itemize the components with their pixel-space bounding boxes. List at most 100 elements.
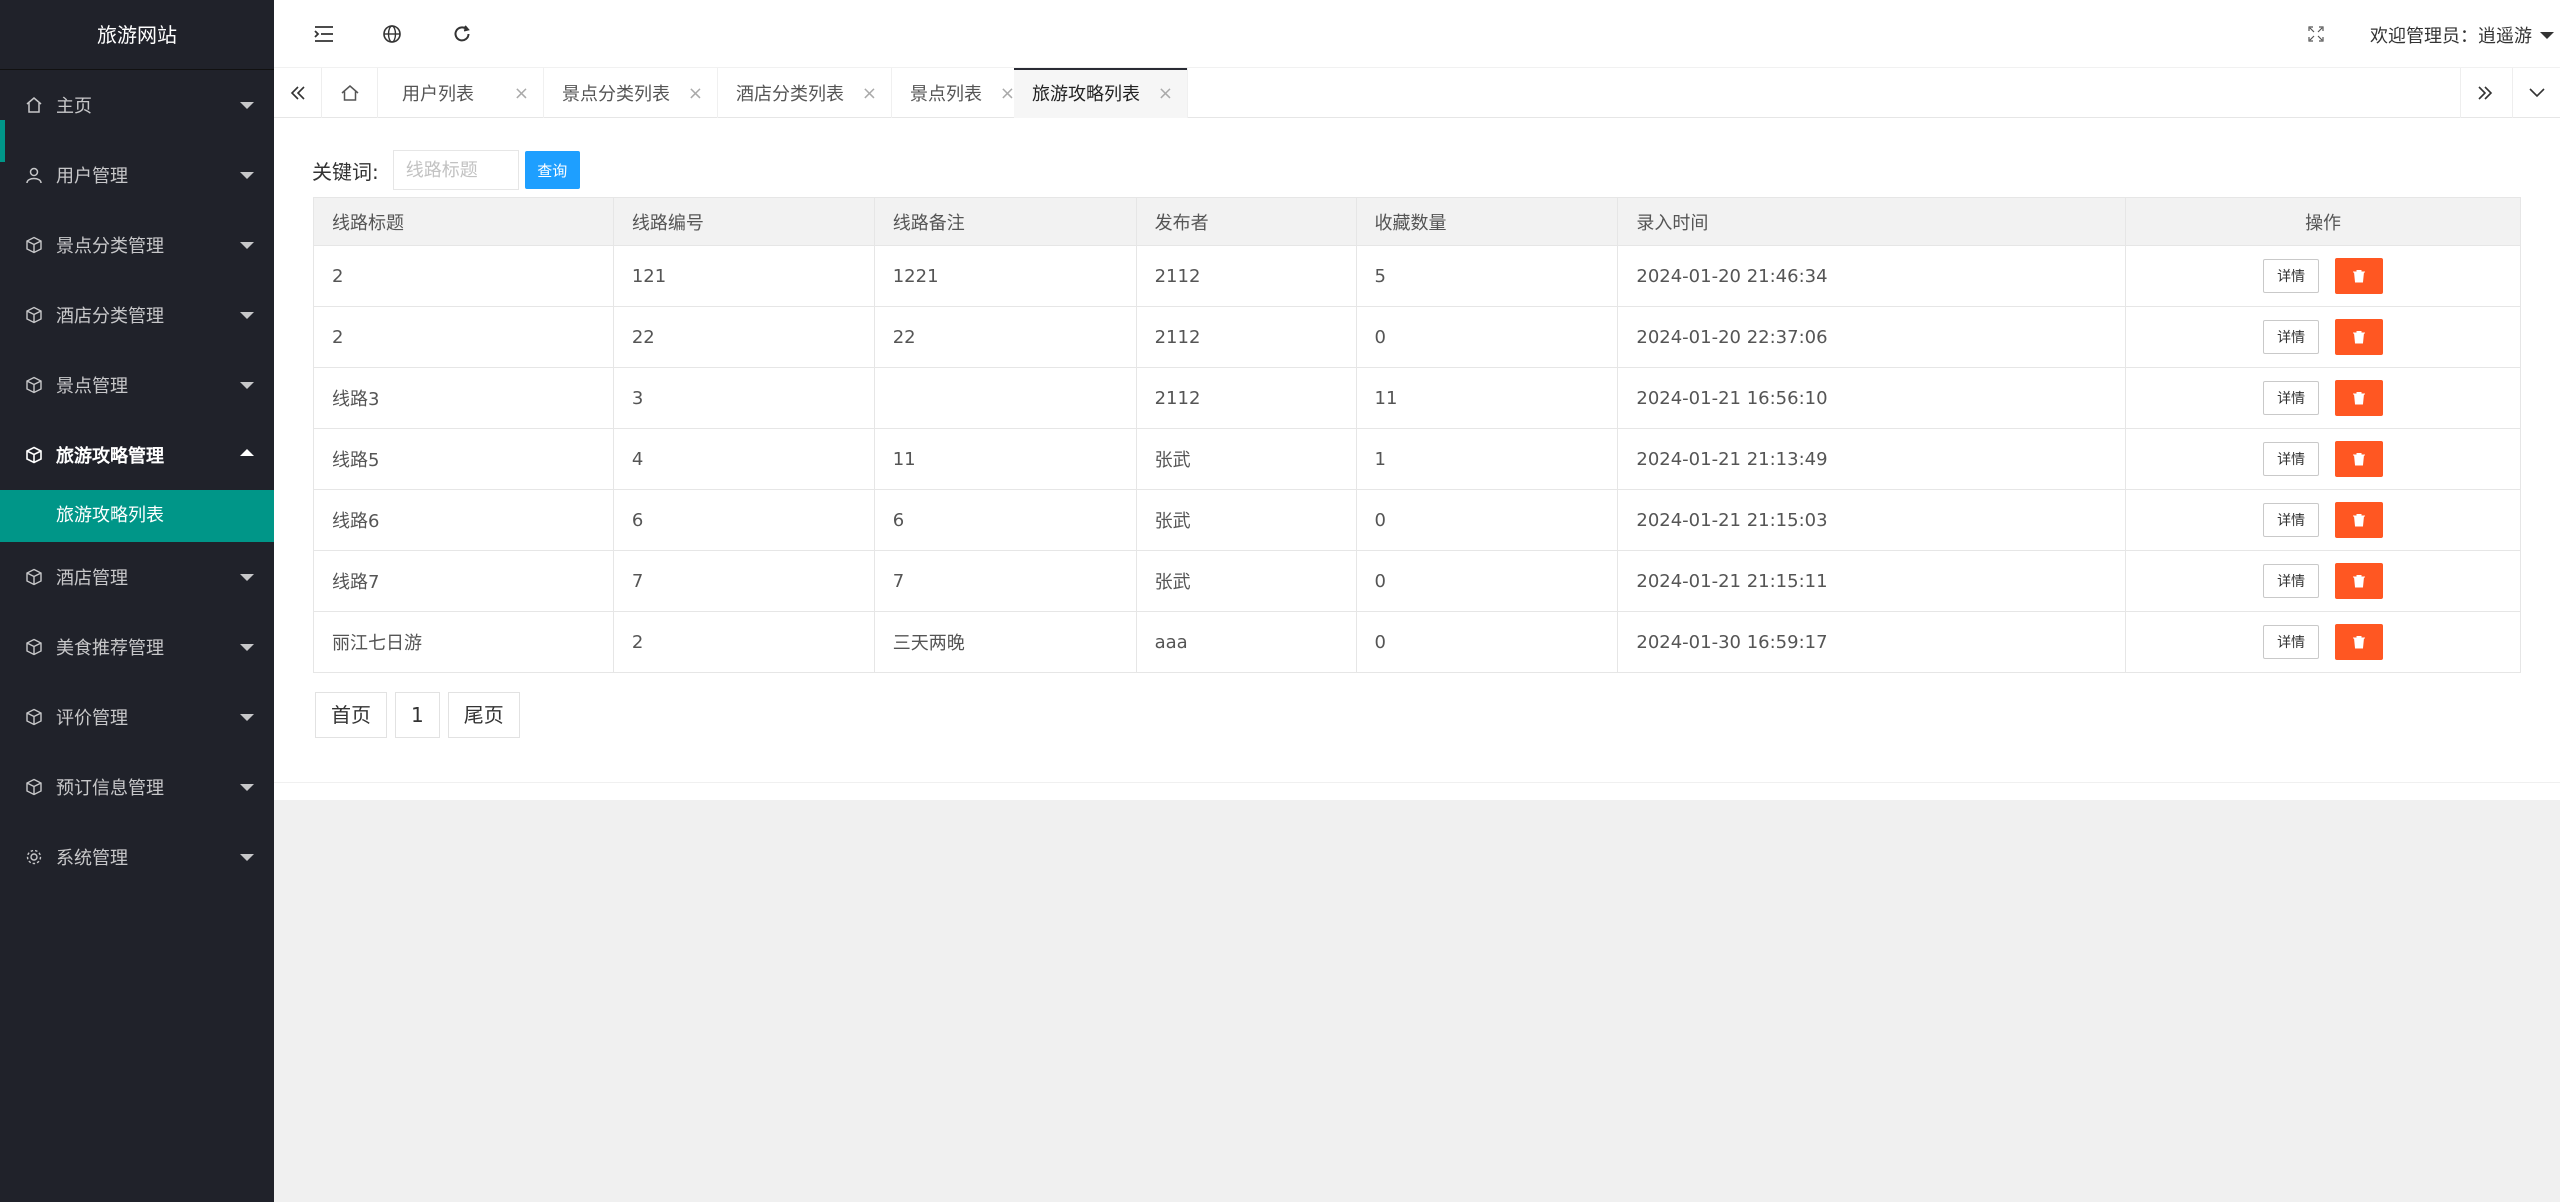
travel-guide-table: 线路标题 线路编号 线路备注 发布者 收藏数量 录入时间 操作 2 121 12… [313,197,2521,673]
detail-button[interactable]: 详情 [2263,503,2320,537]
detail-button[interactable]: 详情 [2263,442,2320,476]
trash-icon [2353,453,2366,466]
tab-scroll-left-button[interactable] [274,68,322,118]
chevron-down-icon [240,854,254,861]
tab-scenic-category-list[interactable]: 景点分类列表 × [544,68,718,118]
tab-label: 用户列表 [402,84,474,105]
cell-title: 2 [313,245,614,307]
cell-favorites: 0 [1355,550,1619,612]
sidebar-subitem-travel-guide-list[interactable]: 旅游攻略列表 [0,490,274,542]
sidebar-item-system[interactable]: 系统管理 [0,822,274,892]
delete-button[interactable] [2335,624,2384,660]
search-bar: 关键词: 查询 [312,150,580,190]
search-input[interactable] [392,150,519,190]
double-chevron-left-icon [290,86,305,100]
cell-favorites: 0 [1355,611,1619,673]
double-chevron-right-icon [2477,86,2492,100]
detail-button[interactable]: 详情 [2263,625,2320,659]
trash-icon [2353,270,2366,283]
tab-travel-guide-list[interactable]: 旅游攻略列表 × [1014,68,1188,118]
column-header: 线路备注 [873,197,1137,246]
cell-created-time: 2024-01-30 16:59:17 [1617,611,2127,673]
chevron-up-icon [240,449,254,456]
cell-code: 121 [612,245,875,307]
tab-menu-dropdown-button[interactable] [2512,68,2560,118]
sidebar-item-hotel-category[interactable]: 酒店分类管理 [0,280,274,350]
menu-fold-icon[interactable] [312,22,336,46]
gear-icon [24,847,44,867]
globe-icon[interactable] [380,22,404,46]
sidebar-item-food[interactable]: 美食推荐管理 [0,612,274,682]
detail-button[interactable]: 详情 [2263,564,2320,598]
cell-remark: 三天两晚 [873,611,1137,673]
cell-code: 4 [612,428,875,490]
column-header: 发布者 [1135,197,1357,246]
detail-button[interactable]: 详情 [2263,259,2320,293]
delete-button[interactable] [2335,441,2384,477]
close-icon[interactable]: × [1158,83,1173,104]
sidebar-item-hotel[interactable]: 酒店管理 [0,542,274,612]
tab-label: 酒店分类列表 [736,84,844,105]
cell-code: 6 [612,489,875,551]
tab-hotel-category-list[interactable]: 酒店分类列表 × [718,68,892,118]
detail-button[interactable]: 详情 [2263,320,2320,354]
table-row: 线路5 4 11 张武 1 2024-01-21 21:13:49 详情 [313,428,2521,490]
tab-user-list[interactable]: 用户列表 × [384,68,544,118]
cell-publisher: 张武 [1135,428,1357,490]
fullscreen-icon[interactable] [2304,22,2328,46]
pager-last-button[interactable]: 尾页 [447,692,520,738]
cell-code: 7 [612,550,875,612]
tab-label: 景点列表 [910,84,982,105]
search-button[interactable]: 查询 [524,151,580,189]
tab-label: 景点分类列表 [562,84,670,105]
table-row: 2 121 1221 2112 5 2024-01-20 21:46:34 详情 [313,245,2521,307]
pager-page-button[interactable]: 1 [395,692,440,738]
delete-button[interactable] [2335,502,2384,538]
cell-remark: 6 [873,489,1137,551]
trash-icon [2353,636,2366,649]
close-icon[interactable]: × [862,83,877,104]
app-logo-title[interactable]: 旅游网站 [0,0,274,70]
cell-actions: 详情 [2125,489,2521,551]
cell-publisher: 张武 [1135,550,1357,612]
cell-code: 3 [612,367,875,429]
sidebar-item-label: 系统管理 [56,848,128,869]
delete-button[interactable] [2335,380,2384,416]
sidebar-item-travel-guide[interactable]: 旅游攻略管理 [0,420,274,490]
cube-icon [24,707,44,727]
close-icon[interactable]: × [688,83,703,104]
detail-button[interactable]: 详情 [2263,381,2320,415]
sidebar-item-label: 景点分类管理 [56,236,164,257]
table-row: 线路6 6 6 张武 0 2024-01-21 21:15:03 详情 [313,489,2521,551]
close-icon[interactable]: × [1000,83,1015,104]
sidebar-item-label: 景点管理 [56,376,128,397]
admin-user-menu[interactable]: 欢迎管理员：逍遥游 [2370,22,2554,48]
cell-remark: 7 [873,550,1137,612]
delete-button[interactable] [2335,563,2384,599]
sidebar-item-review[interactable]: 评价管理 [0,682,274,752]
chevron-down-icon [240,574,254,581]
sidebar-item-scenic-category[interactable]: 景点分类管理 [0,210,274,280]
close-icon[interactable]: × [514,83,529,104]
cell-publisher: 2112 [1135,306,1357,368]
sidebar-item-scenic[interactable]: 景点管理 [0,350,274,420]
tab-scroll-right-button[interactable] [2460,68,2508,118]
refresh-icon[interactable] [450,22,474,46]
cube-icon [24,637,44,657]
cell-created-time: 2024-01-21 16:56:10 [1617,367,2127,429]
column-header: 线路编号 [612,197,875,246]
chevron-down-icon [240,102,254,109]
sidebar-item-users[interactable]: 用户管理 [0,140,274,210]
delete-button[interactable] [2335,258,2384,294]
chevron-down-icon [240,714,254,721]
table-row: 2 22 22 2112 0 2024-01-20 22:37:06 详情 [313,306,2521,368]
tab-scenic-list[interactable]: 景点列表 × [892,68,1030,118]
cell-title: 线路5 [313,428,614,490]
sidebar-item-booking[interactable]: 预订信息管理 [0,752,274,822]
sidebar: 旅游网站 主页 用户管理 景点分类管理 酒店分类管理 景点管理 旅游攻略管理 旅… [0,0,274,1202]
cell-actions: 详情 [2125,245,2521,307]
tab-home[interactable] [322,68,378,118]
sidebar-item-home[interactable]: 主页 [0,70,274,140]
delete-button[interactable] [2335,319,2384,355]
pager-first-button[interactable]: 首页 [315,692,387,738]
